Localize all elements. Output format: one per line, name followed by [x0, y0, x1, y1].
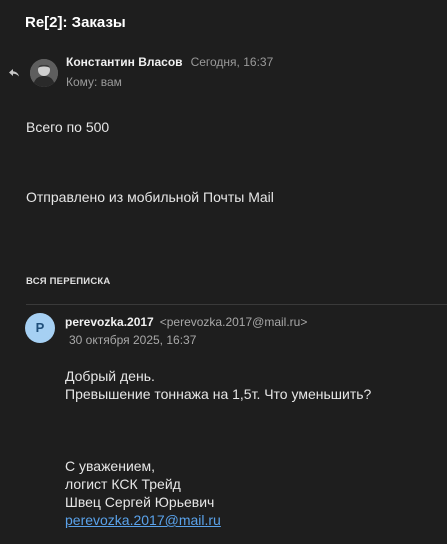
sender-avatar[interactable] [30, 59, 58, 87]
quoted-question: Превышение тоннажа на 1,5т. Что уменьшит… [65, 386, 372, 402]
quoted-sender-avatar[interactable]: P [25, 313, 55, 343]
quoted-signer-name: Швец Сергей Юрьевич [65, 494, 215, 510]
quoted-email-link[interactable]: perevozka.2017@mail.ru [65, 512, 221, 528]
thread-heading: ВСЯ ПЕРЕПИСКА [26, 276, 111, 287]
quoted-regards: С уважением, [65, 458, 156, 474]
reply-arrow-icon [8, 65, 20, 77]
quoted-sender-row: perevozka.2017 <perevozka.2017@mail.ru> [65, 315, 307, 329]
quoted-greeting: Добрый день. [65, 368, 155, 384]
sender-name[interactable]: Константин Власов [66, 55, 183, 69]
quoted-sender-email[interactable]: <perevozka.2017@mail.ru> [160, 315, 308, 329]
quoted-date: 30 октября 2025, 16:37 [69, 333, 197, 347]
quoted-position: логист КСК Трейд [65, 476, 181, 492]
thread-divider [26, 304, 447, 305]
recipient-line[interactable]: Кому: вам [66, 75, 122, 89]
sender-row: Константин Власов Сегодня, 16:37 [66, 55, 273, 69]
message-body-text: Всего по 500 [26, 119, 110, 135]
quoted-email-line: perevozka.2017@mail.ru [65, 512, 221, 528]
message-mobile-signature: Отправлено из мобильной Почты Mail [26, 189, 274, 205]
quoted-sender-name[interactable]: perevozka.2017 [65, 315, 154, 329]
message-subject: Re[2]: Заказы [25, 14, 126, 31]
message-time: Сегодня, 16:37 [190, 55, 274, 69]
